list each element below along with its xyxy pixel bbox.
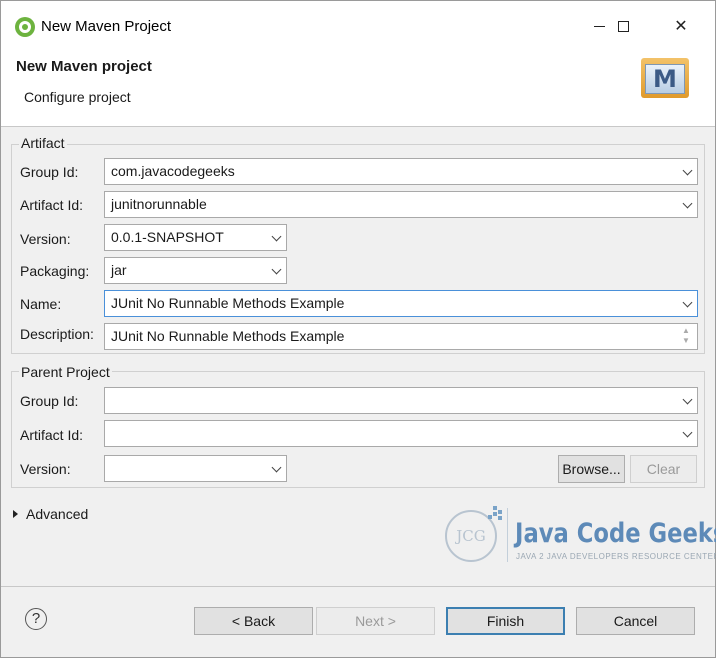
parent-artifact-id-combo[interactable] — [104, 420, 698, 447]
wizard-subtitle: Configure project — [24, 89, 131, 105]
expand-triangle-icon — [13, 510, 18, 518]
parent-project-legend: Parent Project — [19, 364, 112, 380]
advanced-label: Advanced — [26, 506, 89, 522]
version-combo[interactable]: 0.0.1-SNAPSHOT — [104, 224, 287, 251]
close-button[interactable]: ✕ — [661, 13, 701, 41]
parent-version-combo[interactable] — [104, 455, 287, 482]
version-label: Version: — [20, 231, 71, 247]
description-value: JUnit No Runnable Methods Example — [111, 328, 345, 344]
help-icon[interactable]: ? — [25, 608, 47, 630]
description-textarea[interactable]: JUnit No Runnable Methods Example ▲ ▼ — [104, 323, 698, 350]
maximize-button[interactable] — [603, 13, 643, 41]
packaging-combo[interactable]: jar — [104, 257, 287, 284]
wizard-title: New Maven project — [16, 58, 152, 75]
chevron-down-icon — [271, 462, 282, 473]
footer-separator — [1, 586, 715, 587]
group-id-label: Group Id: — [20, 164, 79, 180]
description-label: Description: — [20, 326, 94, 342]
close-icon: ✕ — [674, 18, 688, 35]
window-title: New Maven Project — [41, 18, 172, 35]
maximize-icon — [617, 21, 629, 33]
parent-group-id-combo[interactable] — [104, 387, 698, 414]
packaging-label: Packaging: — [20, 263, 90, 279]
maven-logo-letter: M — [645, 64, 685, 94]
artifact-id-value: junitnorunnable — [111, 196, 207, 212]
finish-button[interactable]: Finish — [446, 607, 565, 635]
parent-artifact-id-label: Artifact Id: — [20, 427, 84, 443]
browse-button[interactable]: Browse... — [558, 455, 625, 483]
parent-version-label: Version: — [20, 461, 71, 477]
wizard-header: New Maven project Configure project M — [1, 45, 715, 127]
next-button[interactable]: Next > — [316, 607, 435, 635]
chevron-down-icon — [682, 165, 693, 176]
chevron-down-icon — [682, 297, 693, 308]
jcg-brand-name: Java Code Geeks — [515, 518, 716, 549]
maven-logo-icon: M — [641, 58, 689, 98]
artifact-group-legend: Artifact — [19, 135, 67, 151]
jcg-tagline: JAVA 2 JAVA DEVELOPERS RESOURCE CENTER — [516, 552, 716, 561]
java-code-geeks-watermark: JCG Java Code Geeks JAVA 2 JAVA DEVELOPE… — [445, 504, 716, 570]
scroll-arrows-icon[interactable]: ▲ ▼ — [679, 326, 693, 347]
group-id-combo[interactable]: com.javacodegeeks — [104, 158, 698, 185]
artifact-id-combo[interactable]: junitnorunnable — [104, 191, 698, 218]
advanced-toggle[interactable]: Advanced — [13, 506, 88, 522]
group-id-value: com.javacodegeeks — [111, 163, 235, 179]
artifact-id-label: Artifact Id: — [20, 197, 84, 213]
clear-button[interactable]: Clear — [630, 455, 697, 483]
spring-app-icon — [15, 17, 35, 37]
back-button[interactable]: < Back — [194, 607, 313, 635]
title-bar[interactable]: New Maven Project ✕ — [1, 1, 715, 45]
chevron-down-icon — [682, 394, 693, 405]
chevron-down-icon — [682, 198, 693, 209]
name-combo[interactable]: JUnit No Runnable Methods Example — [104, 290, 698, 317]
name-value: JUnit No Runnable Methods Example — [111, 295, 345, 311]
chevron-down-icon — [271, 264, 282, 275]
chevron-down-icon — [271, 231, 282, 242]
jcg-divider — [507, 508, 508, 562]
packaging-value: jar — [111, 262, 127, 278]
chevron-down-icon — [682, 427, 693, 438]
parent-group-id-label: Group Id: — [20, 393, 79, 409]
version-value: 0.0.1-SNAPSHOT — [111, 229, 224, 245]
new-maven-project-dialog: New Maven Project ✕ New Maven project Co… — [0, 0, 716, 658]
name-label: Name: — [20, 296, 62, 312]
jcg-dots-icon — [485, 504, 503, 522]
cancel-button[interactable]: Cancel — [576, 607, 695, 635]
